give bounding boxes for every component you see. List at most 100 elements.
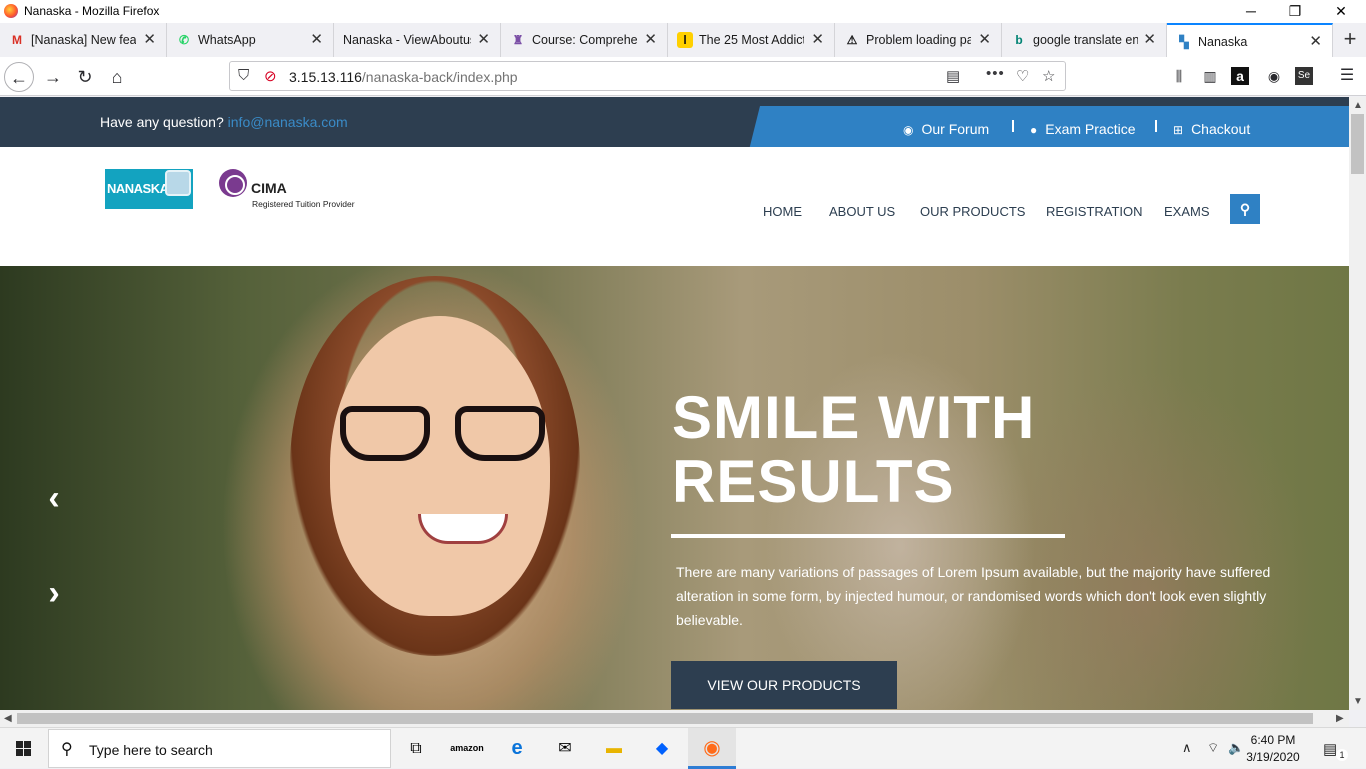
- horizontal-scroll-thumb[interactable]: [17, 713, 1313, 724]
- tab-nanaska[interactable]: ▚ Nanaska ✕: [1167, 23, 1333, 57]
- dropbox-icon[interactable]: ◆: [638, 728, 686, 769]
- reader-view-icon[interactable]: ▤: [946, 67, 960, 85]
- divider: [1012, 120, 1014, 132]
- vertical-scroll-thumb[interactable]: [1351, 114, 1364, 174]
- amazon-app-icon[interactable]: amazon: [443, 728, 491, 769]
- menu-our-products[interactable]: OUR PRODUCTS: [920, 204, 1025, 219]
- restore-button[interactable]: ❐: [1272, 0, 1318, 23]
- window-title: Nanaska - Mozilla Firefox: [24, 4, 160, 18]
- close-window-button[interactable]: ✕: [1318, 0, 1364, 23]
- globe-icon: ◉: [903, 123, 914, 137]
- notification-count-badge: 1: [1336, 749, 1348, 761]
- minimize-button[interactable]: ─: [1228, 0, 1274, 23]
- close-tab-icon[interactable]: ✕: [143, 30, 156, 48]
- taskbar-search[interactable]: ⚲ Type here to search: [48, 729, 391, 768]
- nanaska-logo[interactable]: NANASKA: [105, 169, 193, 209]
- vertical-scrollbar[interactable]: ▲ ▼: [1349, 97, 1366, 710]
- tab-label: google translate enc: [1033, 33, 1138, 47]
- divider: [1155, 120, 1157, 132]
- bookmark-star-icon[interactable]: ☆: [1042, 67, 1055, 85]
- back-button[interactable]: ←: [4, 62, 34, 92]
- firefox-taskbar-icon[interactable]: ◉: [688, 728, 736, 769]
- window-title-bar: Nanaska - Mozilla Firefox ─ ❐ ✕: [0, 0, 1366, 23]
- scroll-right-icon[interactable]: ▶: [1336, 713, 1344, 724]
- windows-logo-icon: [24, 741, 31, 748]
- menu-exams[interactable]: EXAMS: [1164, 204, 1210, 219]
- close-tab-icon[interactable]: ✕: [477, 30, 490, 48]
- tab-whatsapp[interactable]: ✆ WhatsApp ✕: [167, 23, 334, 57]
- shield-icon[interactable]: ⛉: [238, 67, 249, 84]
- scroll-down-icon[interactable]: ▼: [1353, 696, 1363, 707]
- slider-next-icon[interactable]: ›: [42, 576, 66, 610]
- forward-button[interactable]: →: [38, 62, 68, 92]
- windows-logo-icon: [16, 741, 23, 748]
- glasses-right-lens: [455, 406, 545, 461]
- navigation-toolbar: ← → ↻ ⌂ ⛉ ⊘ 3.15.13.116/nanaska-back/ind…: [0, 57, 1366, 96]
- warning-icon: ⚠: [846, 33, 858, 47]
- tab-viewaboutus[interactable]: Nanaska - ViewAboutus ✕: [334, 23, 501, 57]
- site-header: NANASKA CIMA Registered Tuition Provider…: [0, 147, 1349, 266]
- close-tab-icon[interactable]: ✕: [1309, 32, 1322, 50]
- listverse-icon: l: [677, 32, 693, 48]
- close-tab-icon[interactable]: ✕: [644, 30, 657, 48]
- headline-line-2: RESULTS: [672, 448, 955, 515]
- tab-label: Course: Comprehen: [532, 33, 637, 47]
- exam-practice-link[interactable]: ● Exam Practice: [1030, 121, 1136, 137]
- site-search-button[interactable]: ⚲: [1230, 194, 1260, 224]
- start-button[interactable]: [0, 728, 48, 769]
- menu-registration[interactable]: REGISTRATION: [1046, 204, 1143, 219]
- selenium-extension-icon[interactable]: Se: [1295, 67, 1313, 85]
- system-clock[interactable]: 6:40 PM 3/19/2020: [1243, 732, 1303, 766]
- tab-label: Nanaska - ViewAboutus: [343, 33, 471, 47]
- tab-problem-loading[interactable]: ⚠ Problem loading pa ✕: [835, 23, 1002, 57]
- slider-prev-icon[interactable]: ‹: [42, 481, 66, 515]
- close-tab-icon[interactable]: ✕: [811, 30, 824, 48]
- url-path: /nanaska-back/index.php: [361, 69, 518, 85]
- close-tab-icon[interactable]: ✕: [978, 30, 991, 48]
- menu-home[interactable]: HOME: [763, 204, 802, 219]
- email-link[interactable]: info@nanaska.com: [228, 114, 348, 130]
- tab-gmail[interactable]: M [Nanaska] New feat ✕: [0, 23, 167, 57]
- logo-text: NANASKA: [107, 181, 169, 196]
- tray-chevron-icon[interactable]: ∧: [1182, 740, 1192, 756]
- file-explorer-icon[interactable]: ▬: [590, 728, 638, 769]
- tab-course[interactable]: ♜ Course: Comprehen ✕: [501, 23, 668, 57]
- account-icon[interactable]: ◉: [1263, 66, 1285, 88]
- task-view-icon[interactable]: ⧉: [392, 728, 440, 769]
- tab-google-translate[interactable]: b google translate enc ✕: [1002, 23, 1167, 57]
- scroll-left-icon[interactable]: ◀: [4, 713, 12, 724]
- cima-mark-icon: [219, 169, 247, 197]
- library-icon[interactable]: ⫼: [1168, 66, 1190, 88]
- view-products-button[interactable]: VIEW OUR PRODUCTS: [671, 661, 897, 709]
- menu-about-us[interactable]: ABOUT US: [829, 204, 895, 219]
- close-tab-icon[interactable]: ✕: [310, 30, 323, 48]
- forum-link[interactable]: ◉ Our Forum: [903, 121, 989, 137]
- volume-icon[interactable]: 🔈: [1228, 740, 1244, 756]
- close-tab-icon[interactable]: ✕: [1143, 30, 1156, 48]
- page-actions-icon[interactable]: •••: [986, 65, 1005, 82]
- url-bar[interactable]: ⛉ ⊘ 3.15.13.116/nanaska-back/index.php ▤…: [229, 61, 1066, 91]
- tab-label: Nanaska: [1198, 35, 1248, 49]
- sidebar-icon[interactable]: ▥: [1199, 66, 1221, 88]
- network-icon[interactable]: ⌔: [1207, 740, 1219, 756]
- basket-icon: ⊞: [1173, 123, 1184, 137]
- checkout-link[interactable]: ⊞ Chackout: [1173, 121, 1250, 137]
- pocket-icon[interactable]: ♡: [1016, 67, 1029, 85]
- tab-strip: M [Nanaska] New feat ✕ ✆ WhatsApp ✕ Nana…: [0, 23, 1366, 57]
- amazon-extension-icon[interactable]: a: [1231, 67, 1249, 85]
- insecure-lock-icon[interactable]: ⊘: [264, 67, 277, 85]
- scroll-up-icon[interactable]: ▲: [1353, 100, 1363, 111]
- hero-description: There are many variations of passages of…: [676, 564, 1271, 628]
- tab-addictive[interactable]: l The 25 Most Addicti ✕: [668, 23, 835, 57]
- url-text[interactable]: 3.15.13.116/nanaska-back/index.php: [289, 69, 518, 85]
- menu-icon[interactable]: ☰: [1336, 66, 1358, 88]
- new-tab-button[interactable]: +: [1334, 23, 1366, 57]
- reload-button[interactable]: ↻: [70, 62, 100, 92]
- checkout-label: Chackout: [1191, 121, 1251, 137]
- home-button[interactable]: ⌂: [102, 62, 132, 92]
- horizontal-scrollbar[interactable]: ◀ ▶: [0, 710, 1349, 727]
- glasses-left-lens: [340, 406, 430, 461]
- edge-icon[interactable]: e: [493, 728, 541, 769]
- mail-icon[interactable]: ✉: [541, 728, 589, 769]
- user-icon: ●: [1030, 123, 1038, 137]
